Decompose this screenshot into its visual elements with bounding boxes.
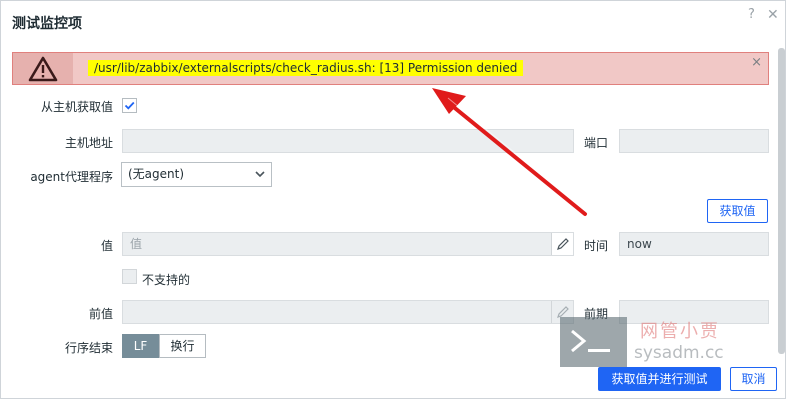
get-and-test-button[interactable]: 获取值并进行测试 [598,367,721,391]
value-label: 值 [100,239,113,253]
watermark: 网管小贾 sysadm.cc [560,317,730,367]
dialog-title: 测试监控项 [12,16,82,32]
error-message: /usr/lib/zabbix/externalscripts/check_ra… [88,60,524,76]
eol-label: 行序结束 [64,341,113,355]
eol-option-lf[interactable]: LF [122,334,159,358]
proxy-selected-value: (无agent) [128,167,185,181]
time-label: 时间 [584,239,609,253]
watermark-url: sysadm.cc [634,343,724,363]
time-field[interactable]: now [619,232,769,256]
help-icon[interactable]: ? [748,7,755,22]
cancel-button[interactable]: 取消 [730,367,777,391]
error-alert: /usr/lib/zabbix/externalscripts/check_ra… [12,52,769,85]
watermark-title: 网管小贾 [640,321,720,342]
close-icon[interactable]: ✕ [767,7,779,23]
eol-option-newline[interactable]: 换行 [159,334,206,358]
port-label: 端口 [584,136,609,150]
warning-icon [13,53,73,84]
dismiss-alert-icon[interactable]: × [751,55,762,70]
prev-value-label: 前值 [88,307,113,321]
scrollbar[interactable] [778,48,785,354]
terminal-icon [560,317,627,367]
test-item-dialog: 测试监控项 ? ✕ /usr/lib/zabbix/externalscript… [0,0,786,399]
value-placeholder: 值 [130,237,143,251]
host-address-field[interactable] [122,129,574,153]
proxy-label: agent代理程序 [30,170,113,184]
chevron-down-icon [255,171,265,178]
port-field[interactable] [619,129,769,153]
not-supported-checkbox[interactable] [122,269,137,284]
host-address-label: 主机地址 [64,136,113,150]
get-from-host-checkbox[interactable] [122,98,137,113]
not-supported-label: 不支持的 [142,273,191,287]
get-from-host-label: 从主机获取值 [40,100,113,114]
prev-value-field [122,300,574,324]
edit-value-icon[interactable] [551,233,573,255]
get-value-button[interactable]: 获取值 [707,199,768,223]
checkmark-icon [124,101,135,110]
value-field[interactable]: 值 [122,232,574,256]
proxy-select[interactable]: (无agent) [121,162,272,187]
